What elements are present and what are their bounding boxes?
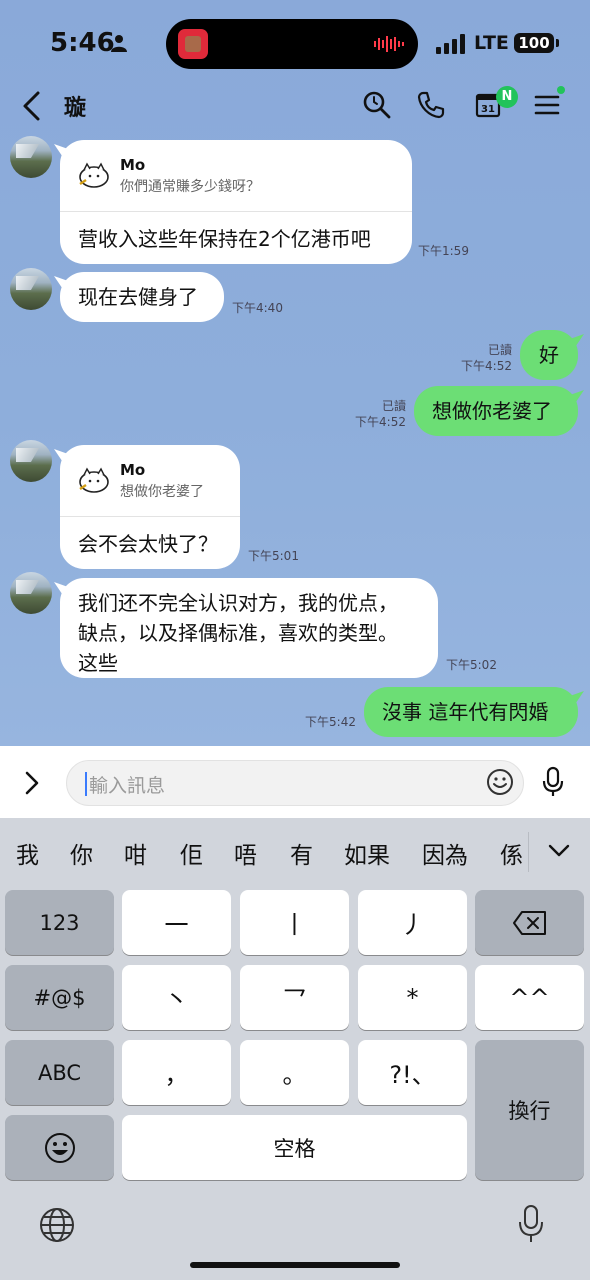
message-text-line: 我们还不完全认识对方，我的优点， — [78, 591, 398, 615]
message-text: 沒事 這年代有閃婚 — [382, 700, 549, 724]
calendar-badge: N — [496, 86, 518, 108]
message-bubble[interactable]: 我们还不完全认识对方，我的优点， 缺点，以及择偶标准，喜欢的类型。 这些 — [60, 578, 438, 678]
key-stroke-horizontal[interactable]: 一 — [122, 890, 231, 955]
message-bubble[interactable]: 沒事 這年代有閃婚 — [364, 687, 578, 737]
menu-notification-dot — [557, 86, 565, 94]
key-stroke-left-falling[interactable]: 丿 — [358, 890, 467, 955]
suggestion-item[interactable]: 咁 — [124, 836, 147, 870]
suggestion-item[interactable]: 有 — [290, 836, 313, 870]
message-time: 下午5:02 — [446, 658, 497, 672]
message-bubble[interactable]: 好 — [520, 330, 578, 380]
space-key[interactable]: 空格 — [122, 1115, 467, 1180]
key-numbers[interactable]: 123 — [5, 890, 114, 955]
suggestion-item[interactable]: 唔 — [234, 836, 257, 870]
message-time: 下午1:59 — [418, 244, 469, 258]
dictation-mic-icon[interactable] — [518, 1204, 544, 1244]
chevron-down-icon[interactable] — [548, 844, 570, 858]
now-playing-app-icon — [178, 29, 208, 59]
message-time: 下午4:52 — [355, 415, 406, 429]
chat-title: 璇 — [64, 96, 87, 121]
dynamic-island[interactable] — [166, 19, 418, 69]
key-stroke-turning[interactable]: 乛 — [240, 965, 349, 1030]
person-icon — [111, 35, 127, 52]
keyboard: 我 你 咁 佢 唔 有 如果 因為 係 123 一 丨 丿 #@$ 丶 乛 * … — [0, 818, 590, 1280]
key-wildcard[interactable]: * — [358, 965, 467, 1030]
key-abc[interactable]: ABC — [5, 1040, 114, 1105]
emoji-icon — [44, 1132, 75, 1163]
read-receipt: 已讀 — [487, 343, 512, 357]
network-type: LTE — [474, 32, 509, 54]
message-time: 下午5:42 — [305, 715, 356, 729]
suggestion-item[interactable]: 你 — [70, 836, 93, 870]
avatar[interactable] — [10, 136, 52, 178]
avatar[interactable] — [10, 572, 52, 614]
message-bubble[interactable]: Mo 你們通常賺多少錢呀？ 营收入这些年保持在2个亿港币吧 — [60, 140, 412, 264]
message-text: 营收入这些年保持在2个亿港币吧 — [78, 227, 371, 251]
reply-sticker-icon — [79, 467, 109, 493]
message-input[interactable]: 輸入訊息 — [66, 760, 524, 806]
status-bar: 5:46 LTE 100 — [0, 0, 590, 80]
message-bubble[interactable]: Mo 想做你老婆了 会不会太快了？ — [60, 445, 240, 569]
key-stroke-dot[interactable]: 丶 — [122, 965, 231, 1030]
suggestion-item[interactable]: 係 — [500, 836, 523, 870]
key-kaomoji[interactable]: ^^ — [475, 965, 584, 1030]
battery-tip — [556, 39, 559, 47]
emoji-key[interactable] — [5, 1115, 114, 1180]
message-text-line: 这些 — [78, 651, 118, 675]
battery-icon: 100 — [514, 33, 554, 53]
text-caret — [85, 772, 87, 796]
reply-quote[interactable]: Mo 你們通常賺多少錢呀？ — [60, 140, 412, 212]
message-text-line: 缺点，以及择偶标准，喜欢的类型。 — [78, 621, 398, 645]
globe-icon[interactable] — [38, 1206, 76, 1244]
avatar[interactable] — [10, 440, 52, 482]
reply-quote[interactable]: Mo 想做你老婆了 — [60, 445, 240, 517]
back-icon[interactable] — [20, 90, 44, 122]
reply-text: 想做你老婆了 — [120, 484, 204, 500]
home-indicator[interactable] — [190, 1262, 400, 1268]
suggestion-item[interactable]: 因為 — [422, 836, 468, 870]
suggestion-item[interactable]: 如果 — [344, 836, 390, 870]
message-text: 好 — [539, 343, 559, 367]
reply-author: Mo — [120, 461, 146, 479]
message-bubble[interactable]: 想做你老婆了 — [414, 386, 578, 436]
message-time: 下午4:40 — [232, 301, 283, 315]
signal-icon — [436, 34, 465, 54]
key-comma[interactable]: ， — [122, 1040, 231, 1105]
read-receipt: 已讀 — [381, 399, 406, 413]
key-stroke-vertical[interactable]: 丨 — [240, 890, 349, 955]
input-placeholder: 輸入訊息 — [89, 775, 166, 797]
key-period[interactable]: 。 — [240, 1040, 349, 1105]
key-symbols[interactable]: #@$ — [5, 965, 114, 1030]
menu-icon[interactable] — [532, 90, 562, 120]
message-text: 想做你老婆了 — [432, 399, 552, 423]
key-punctuation[interactable]: ?!、 — [358, 1040, 467, 1105]
expand-chevron-icon[interactable] — [22, 770, 42, 796]
backspace-key[interactable] — [475, 890, 584, 955]
reply-author: Mo — [120, 156, 146, 174]
reply-text: 你們通常賺多少錢呀？ — [120, 179, 260, 195]
reply-sticker-icon — [79, 162, 109, 188]
audio-wave-icon — [374, 36, 404, 52]
suggestion-item[interactable]: 佢 — [180, 836, 203, 870]
phone-icon[interactable] — [416, 90, 446, 120]
calendar-day: 31 — [481, 104, 495, 115]
avatar[interactable] — [10, 268, 52, 310]
message-bubble[interactable]: 现在去健身了 — [60, 272, 224, 322]
search-icon[interactable] — [362, 90, 392, 120]
status-time: 5:46 — [50, 28, 115, 58]
suggestion-item[interactable]: 我 — [16, 836, 39, 870]
message-text: 会不会太快了？ — [78, 532, 218, 556]
suggestion-bar: 我 你 咁 佢 唔 有 如果 因為 係 — [0, 818, 590, 884]
suggestion-divider — [528, 832, 529, 872]
message-time: 下午5:01 — [248, 549, 299, 563]
backspace-icon — [512, 910, 546, 935]
message-text: 现在去健身了 — [78, 285, 198, 309]
return-key[interactable]: 換行 — [475, 1040, 584, 1180]
emoji-icon[interactable] — [486, 768, 514, 796]
message-time: 下午4:52 — [461, 359, 512, 373]
voice-message-mic-icon[interactable] — [542, 766, 564, 798]
message-input-bar: 輸入訊息 — [0, 746, 590, 818]
